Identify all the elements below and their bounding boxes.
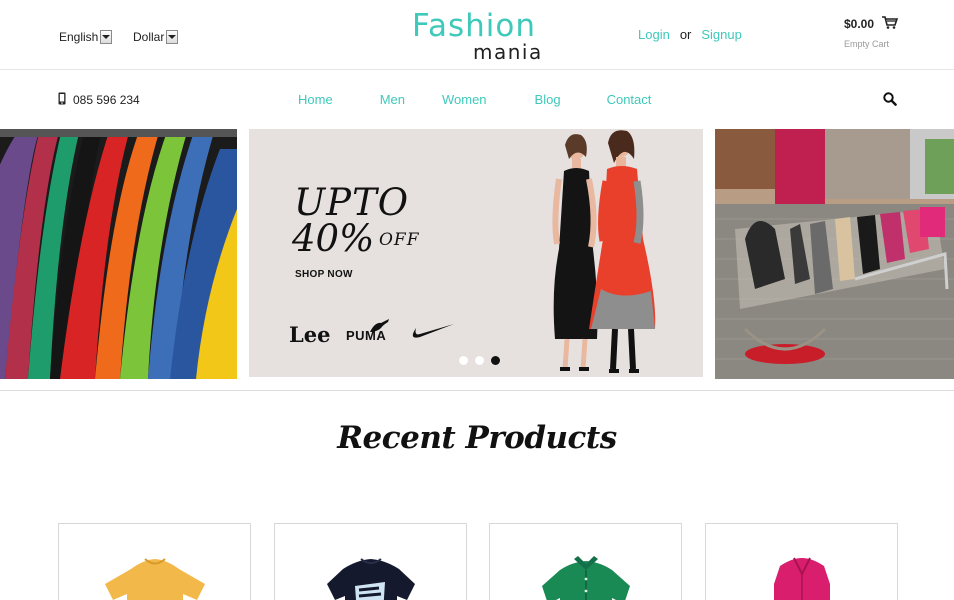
product-card-1[interactable] xyxy=(58,523,251,600)
models-image xyxy=(552,130,656,373)
language-select[interactable]: English xyxy=(59,30,113,44)
currency-select[interactable]: Dollar xyxy=(133,30,179,44)
signup-link[interactable]: Signup xyxy=(701,27,741,42)
auth-links: Login or Signup xyxy=(638,27,742,42)
pink-cardigan-image xyxy=(774,557,830,600)
promo-banner[interactable]: UPTO 40% OFF SHOP NOW Lee PUMA xyxy=(249,129,703,377)
hero-slider[interactable]: UPTO 40% OFF SHOP NOW Lee PUMA xyxy=(0,129,954,379)
promo-off: OFF xyxy=(379,230,420,250)
slider-dot-3[interactable] xyxy=(491,356,500,365)
product-card-3[interactable] xyxy=(489,523,682,600)
yellow-tshirt-image xyxy=(105,558,205,600)
search-icon[interactable] xyxy=(883,92,897,111)
slider-dot-1[interactable] xyxy=(459,356,468,365)
shoe-market-image xyxy=(715,129,954,379)
green-shirt-image xyxy=(542,556,630,600)
cart-widget[interactable]: $0.00 Empty Cart xyxy=(844,16,914,49)
slider-dot-2[interactable] xyxy=(475,356,484,365)
navy-graphic-tshirt-image xyxy=(327,558,415,600)
nav-item-contact[interactable]: Contact xyxy=(607,92,652,107)
cart-status: Empty Cart xyxy=(844,39,890,49)
phone-number: 085 596 234 xyxy=(73,93,140,107)
nav-item-women[interactable]: Women xyxy=(442,92,487,107)
section-divider xyxy=(0,390,954,391)
chevron-down-icon[interactable] xyxy=(100,30,113,44)
cart-icon[interactable] xyxy=(882,16,899,32)
shop-now-button[interactable]: SHOP NOW xyxy=(295,269,353,280)
phone-icon xyxy=(58,92,66,108)
top-header: English Dollar Fashion mania Login or Si… xyxy=(0,0,954,70)
puma-cat-icon xyxy=(369,319,391,338)
nav-item-home[interactable]: Home xyxy=(298,92,333,107)
brand-lee-logo: Lee xyxy=(289,322,331,347)
slider-dots xyxy=(459,356,500,365)
nav-menu: Home Men Women Blog Contact xyxy=(298,92,651,107)
phone-contact: 085 596 234 xyxy=(58,92,140,108)
nike-swoosh-icon xyxy=(410,322,454,347)
site-logo[interactable]: Fashion mania xyxy=(405,8,545,64)
nav-item-men[interactable]: Men xyxy=(380,92,405,107)
recent-products-title: Recent Products xyxy=(337,420,617,456)
currency-value: Dollar xyxy=(133,30,165,44)
clothes-rack-image xyxy=(0,129,237,379)
nav-item-blog[interactable]: Blog xyxy=(535,92,561,107)
product-card-4[interactable] xyxy=(705,523,898,600)
product-card-2[interactable] xyxy=(274,523,467,600)
language-value: English xyxy=(59,30,99,44)
chevron-down-icon[interactable] xyxy=(166,30,179,44)
cart-total: $0.00 xyxy=(844,17,875,31)
main-nav: 085 596 234 Home Men Women Blog Contact xyxy=(0,70,954,130)
or-text: or xyxy=(679,27,692,42)
promo-percent: 40% xyxy=(292,217,375,260)
logo-line1: Fashion xyxy=(412,8,537,44)
logo-line2: mania xyxy=(473,40,543,64)
login-link[interactable]: Login xyxy=(638,27,670,42)
